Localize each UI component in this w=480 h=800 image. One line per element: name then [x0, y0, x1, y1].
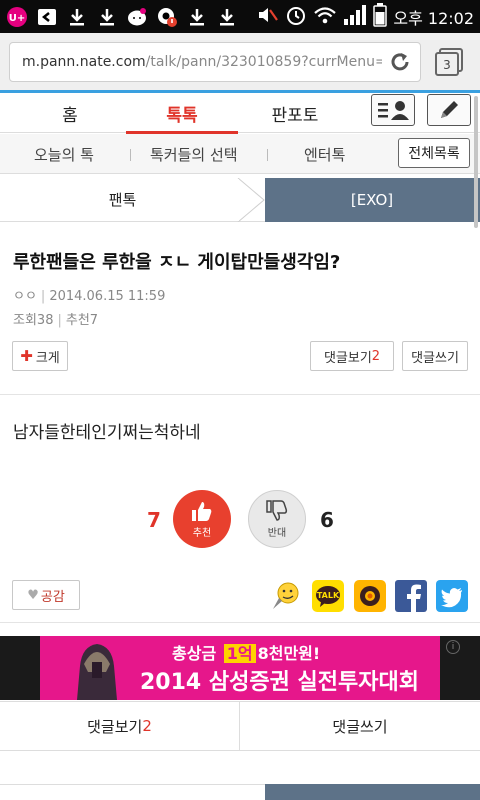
- back-notification-icon: [36, 6, 58, 28]
- wifi-icon: [313, 5, 337, 29]
- post-meta-author: ㅇㅇ | 2014.06.15 11:59: [13, 289, 166, 304]
- download-icon: [216, 6, 238, 28]
- downvote-label: 반대: [267, 527, 287, 539]
- next-breadcrumb-peek: [0, 784, 480, 800]
- bottom-view-comments-button[interactable]: 댓글보기 2: [0, 702, 240, 750]
- subnav-divider: [130, 149, 131, 161]
- empathy-button[interactable]: ♥ 공감: [12, 580, 80, 610]
- list-profile-icon: [378, 101, 409, 120]
- ad-prefix: 총상금: [172, 644, 217, 663]
- plus-icon: ✚: [20, 347, 33, 365]
- upvote-count: 7: [147, 508, 161, 532]
- clock-text: 오후 12:02: [393, 8, 474, 28]
- recommend-count: 7: [89, 313, 99, 328]
- peek-board: [0, 784, 265, 800]
- uplus-app-icon: U+: [6, 6, 28, 28]
- reload-icon[interactable]: [388, 50, 412, 74]
- thumbs-up-icon: [192, 501, 212, 521]
- tabs-button[interactable]: 3: [433, 46, 465, 78]
- post-date: 2014.06.15 11:59: [49, 289, 166, 304]
- thumbs-down-icon: [266, 499, 288, 521]
- screen: U+ 오후 12:02 m.pann.nate.com/talk/pann/32…: [0, 0, 480, 800]
- recommend-label: 추천: [65, 313, 90, 328]
- write-comment-button[interactable]: 댓글쓰기: [402, 341, 468, 371]
- warrior-image: [77, 644, 117, 700]
- upvote-label: 추천: [192, 527, 212, 539]
- font-bigger-label: 크게: [35, 350, 60, 366]
- download-icon: [186, 6, 208, 28]
- empathy-label: 공감: [40, 589, 65, 605]
- main-nav: 홈 톡톡 판포토: [0, 93, 480, 134]
- all-list-button[interactable]: 전체목록: [398, 138, 470, 168]
- font-bigger-button[interactable]: ✚ 크게: [12, 341, 68, 371]
- ad-info-icon[interactable]: i: [446, 640, 460, 654]
- breadcrumb-board[interactable]: 팬톡: [0, 178, 265, 222]
- bottom-view-comments-label: 댓글보기: [87, 717, 143, 736]
- twitter-icon[interactable]: [436, 580, 468, 612]
- url-path: /talk/pann/323010859?currMenu=: [145, 54, 382, 70]
- profile-menu-button[interactable]: [371, 94, 415, 126]
- signal-icon: [343, 4, 367, 30]
- alert-app-icon: [156, 6, 178, 28]
- upvote-button[interactable]: 추천: [173, 490, 231, 548]
- ad-amount: 8천만원!: [257, 644, 321, 663]
- subnav-divider: [267, 149, 268, 161]
- status-bar: U+ 오후 12:02: [0, 0, 480, 33]
- url-host: m.pann.nate.com: [22, 54, 146, 70]
- bottom-write-comment-button[interactable]: 댓글쓰기: [240, 702, 480, 750]
- pencil-icon: [441, 101, 458, 118]
- divider: [0, 622, 480, 623]
- write-button[interactable]: [427, 94, 471, 126]
- battery-icon: [373, 2, 388, 31]
- breadcrumb-board-label: 팬톡: [108, 191, 137, 209]
- downvote-count: 6: [320, 508, 334, 532]
- downvote-button[interactable]: 반대: [248, 490, 306, 548]
- alarm-icon: [285, 4, 307, 30]
- download-icon: [66, 6, 88, 28]
- peek-category: [248, 784, 480, 800]
- subnav-choice[interactable]: 톡커들의 선택: [150, 134, 238, 174]
- svg-text:U+: U+: [9, 13, 26, 24]
- svg-text:TALK: TALK: [317, 591, 340, 600]
- subnav-today[interactable]: 오늘의 톡: [34, 134, 94, 174]
- nav-pantos[interactable]: 판포토: [250, 93, 340, 133]
- post-author: ㅇㅇ: [13, 289, 37, 304]
- post-body: 남자들한테인기쩌는척하네: [13, 423, 201, 443]
- kakaostory-icon[interactable]: [354, 580, 386, 612]
- view-comments-button[interactable]: 댓글보기 2: [310, 341, 394, 371]
- views-count: 38: [36, 313, 54, 328]
- subnav-enter[interactable]: 엔터톡: [304, 134, 345, 174]
- ad-headline: 총상금 1억 8천만원!: [172, 640, 320, 664]
- svg-text:3: 3: [443, 58, 451, 72]
- view-comments-label: 댓글보기: [323, 350, 372, 366]
- ad-banner[interactable]: 총상금 1억 8천만원! 2014 삼성증권 실전투자대회 i: [0, 636, 480, 700]
- emoticon-icon[interactable]: [270, 580, 302, 612]
- download-icon: [96, 6, 118, 28]
- nav-talk[interactable]: 톡톡: [126, 93, 238, 134]
- kakaotalk-icon[interactable]: TALK: [312, 580, 344, 612]
- nav-home[interactable]: 홈: [30, 93, 110, 133]
- views-label: 조회: [13, 313, 37, 328]
- post-meta-stats: 조회38 | 추천7: [13, 313, 99, 328]
- bottom-actions: 댓글보기 2 댓글쓰기: [0, 701, 480, 751]
- sub-nav: 오늘의 톡 톡커들의 선택 엔터톡 전체목록: [0, 134, 480, 174]
- breadcrumb-category[interactable]: [EXO]: [248, 178, 480, 222]
- browser-toolbar: m.pann.nate.com/talk/pann/323010859?curr…: [0, 33, 480, 91]
- ad-badge: 1억: [223, 644, 256, 663]
- url-field[interactable]: m.pann.nate.com/talk/pann/323010859?curr…: [9, 42, 421, 82]
- post-title: 루한팬들은 루한을 ㅈㄴ 게이탑만들생각임?: [13, 252, 341, 273]
- divider: [0, 394, 480, 395]
- facebook-icon[interactable]: [395, 580, 427, 612]
- url-text: m.pann.nate.com/talk/pann/323010859?curr…: [22, 54, 382, 70]
- bottom-comments-count: 2: [142, 717, 152, 735]
- ad-content: 총상금 1억 8천만원! 2014 삼성증권 실전투자대회: [40, 636, 440, 700]
- mute-icon: [257, 5, 279, 29]
- scrollbar[interactable]: [474, 96, 478, 228]
- hello-kitty-icon: [126, 6, 148, 28]
- heart-icon: ♥: [27, 587, 39, 603]
- ad-title: 2014 삼성증권 실전투자대회: [140, 670, 419, 695]
- comments-count: 2: [371, 348, 381, 364]
- breadcrumb: [EXO] 팬톡: [0, 178, 480, 222]
